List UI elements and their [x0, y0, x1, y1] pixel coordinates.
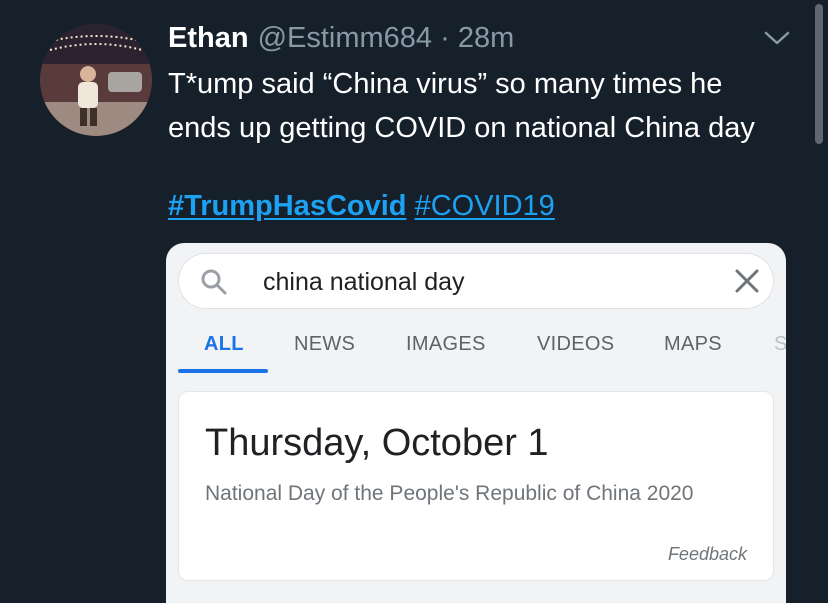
tweet-text: T*ump said “China virus” so many times h…	[168, 68, 755, 144]
tweet-header: Ethan @Estimm684 · 28m	[168, 22, 514, 56]
search-icon	[201, 269, 227, 295]
scrollbar[interactable]	[815, 4, 823, 144]
tab-shopping[interactable]: S	[774, 333, 786, 356]
tab-maps[interactable]: MAPS	[664, 333, 722, 356]
google-search-screenshot: china national day ALL NEWS IMAGES VIDEO…	[166, 243, 786, 603]
hashtag-link[interactable]: #COVID19	[415, 190, 555, 222]
hashtags: #TrumpHasCovid #COVID19	[168, 186, 555, 226]
search-tabs: ALL NEWS IMAGES VIDEOS MAPS S	[166, 319, 786, 373]
tab-images[interactable]: IMAGES	[406, 333, 486, 356]
active-tab-indicator	[178, 369, 268, 373]
close-icon[interactable]	[734, 268, 760, 294]
feedback-link[interactable]: Feedback	[668, 544, 747, 565]
search-input[interactable]: china national day	[263, 268, 465, 297]
profile-avatar[interactable]	[40, 24, 152, 136]
chevron-down-icon[interactable]	[762, 26, 792, 50]
tab-news[interactable]: NEWS	[294, 333, 355, 356]
answer-card: Thursday, October 1 National Day of the …	[178, 391, 774, 581]
handle-and-time[interactable]: @Estimm684 · 28m	[258, 22, 515, 55]
tab-videos[interactable]: VIDEOS	[537, 333, 614, 356]
tab-all[interactable]: ALL	[204, 333, 244, 356]
answer-date: Thursday, October 1	[205, 422, 549, 464]
search-bar[interactable]: china national day	[178, 253, 774, 309]
answer-description: National Day of the People's Republic of…	[205, 482, 694, 505]
hashtag-link[interactable]: #TrumpHasCovid	[168, 190, 407, 222]
display-name[interactable]: Ethan	[168, 22, 249, 55]
